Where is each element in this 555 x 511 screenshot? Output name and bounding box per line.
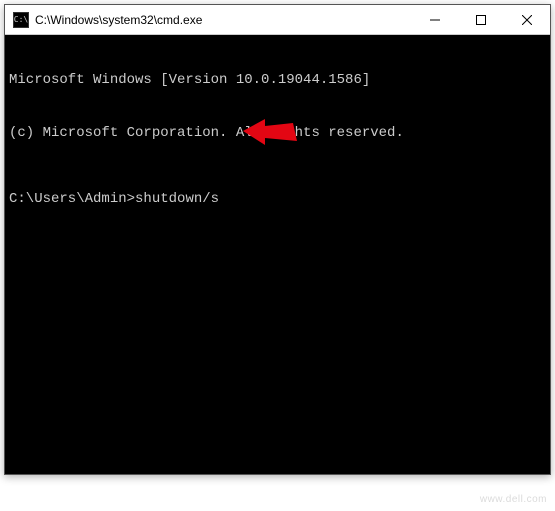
cmd-window: C:\ C:\Windows\system32\cmd.exe Microsof… bbox=[4, 4, 551, 475]
watermark-text: www.dell.com bbox=[480, 494, 547, 505]
window-title: C:\Windows\system32\cmd.exe bbox=[35, 13, 412, 27]
close-icon bbox=[522, 15, 532, 25]
prompt-line: C:\Users\Admin>shutdown/s bbox=[9, 191, 546, 209]
terminal-area[interactable]: Microsoft Windows [Version 10.0.19044.15… bbox=[5, 35, 550, 474]
copyright-line: (c) Microsoft Corporation. All rights re… bbox=[9, 125, 546, 143]
maximize-icon bbox=[476, 15, 486, 25]
prompt-text: C:\Users\Admin> bbox=[9, 191, 135, 207]
version-line: Microsoft Windows [Version 10.0.19044.15… bbox=[9, 72, 546, 90]
titlebar[interactable]: C:\ C:\Windows\system32\cmd.exe bbox=[5, 5, 550, 35]
maximize-button[interactable] bbox=[458, 5, 504, 34]
minimize-icon bbox=[430, 15, 440, 25]
window-controls bbox=[412, 5, 550, 34]
close-button[interactable] bbox=[504, 5, 550, 34]
minimize-button[interactable] bbox=[412, 5, 458, 34]
command-text: shutdown/s bbox=[135, 191, 219, 207]
cmd-icon: C:\ bbox=[13, 12, 29, 28]
